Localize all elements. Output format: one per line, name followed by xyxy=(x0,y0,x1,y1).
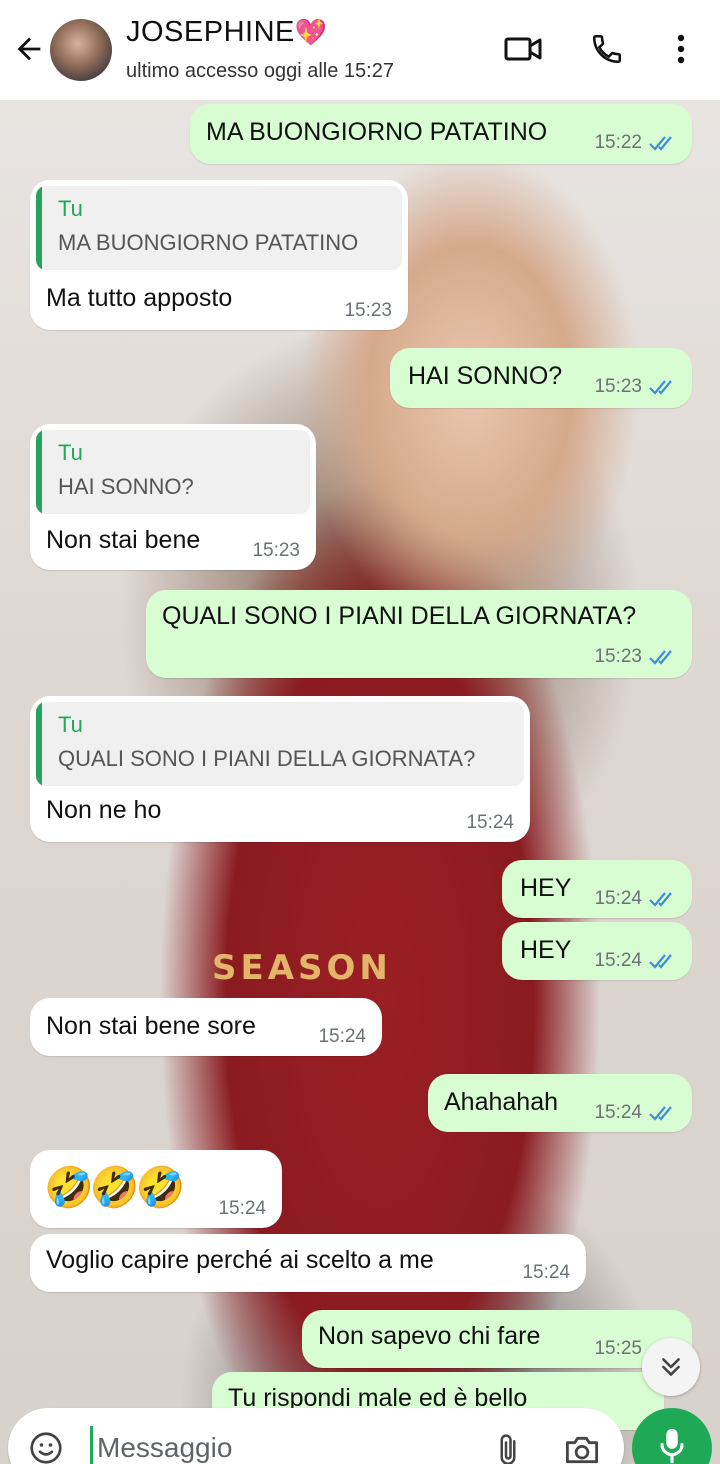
camera-button[interactable] xyxy=(558,1428,606,1464)
message-text: Non ne ho xyxy=(46,796,162,824)
message-text: Ma tutto apposto xyxy=(46,284,233,312)
message-text: HEY xyxy=(520,936,572,964)
more-vert-icon xyxy=(677,34,685,64)
message-time: 15:24 xyxy=(594,888,642,909)
scroll-to-bottom-button[interactable] xyxy=(642,1338,700,1396)
attach-icon xyxy=(500,1434,516,1464)
message-emoji-text: 🤣🤣🤣 xyxy=(44,1165,185,1211)
message-meta: 15:23 xyxy=(344,300,392,322)
message-meta: 15:24 xyxy=(594,950,678,972)
phone-icon xyxy=(592,34,622,64)
message-time: 15:22 xyxy=(594,132,642,153)
message-text: Ahahahah xyxy=(444,1088,559,1116)
message-text: Non stai bene sore xyxy=(46,1012,256,1040)
last-seen-status: ultimo accesso oggi alle 15:27 xyxy=(126,60,394,82)
message-time: 15:23 xyxy=(344,300,392,321)
contact-name[interactable]: JOSEPHINE💖 xyxy=(126,16,328,49)
emoji-button[interactable] xyxy=(26,1428,66,1464)
message-text: Non stai bene xyxy=(46,526,201,554)
quote-text: QUALI SONO I PIANI DELLA GIORNATA? xyxy=(58,746,476,771)
message-meta: 15:24 xyxy=(218,1198,266,1220)
message-text: Non sapevo chi fare xyxy=(318,1322,541,1350)
camera-icon xyxy=(565,1436,599,1464)
message-time: 15:23 xyxy=(594,646,642,667)
message-text: QUALI SONO I PIANI DELLA GIORNATA? xyxy=(162,602,637,630)
emoji-icon xyxy=(30,1432,62,1464)
read-ticks-icon xyxy=(649,380,672,395)
message-bubble-outgoing[interactable]: Non sapevo chi fare 15:25 xyxy=(302,1310,692,1368)
double-chevron-down-icon xyxy=(662,1358,680,1376)
mic-icon xyxy=(660,1428,684,1464)
read-ticks-icon xyxy=(649,954,672,969)
message-bubble-outgoing[interactable]: HEY 15:24 xyxy=(502,922,692,980)
quote-text: MA BUONGIORNO PATATINO xyxy=(58,230,359,255)
wallpaper-shirt-text: SEASON xyxy=(212,948,392,988)
read-ticks-icon xyxy=(649,136,672,151)
message-meta: 15:23 xyxy=(252,540,300,562)
message-composer xyxy=(8,1408,624,1464)
message-time: 15:24 xyxy=(318,1026,366,1047)
message-meta: 15:24 xyxy=(318,1026,366,1048)
message-time: 15:24 xyxy=(466,812,514,833)
arrow-left-icon xyxy=(17,37,41,61)
message-bubble-incoming[interactable]: 🤣🤣🤣 15:24 xyxy=(30,1150,282,1228)
quote-accent-bar xyxy=(36,186,42,270)
contact-name-text: JOSEPHINE xyxy=(126,16,295,48)
message-meta: 15:22 xyxy=(594,132,678,154)
read-ticks-icon xyxy=(649,892,672,907)
read-ticks-icon xyxy=(649,650,672,665)
message-bubble-incoming[interactable]: Voglio capire perché ai scelto a me 15:2… xyxy=(30,1234,586,1292)
message-text: Voglio capire perché ai scelto a me xyxy=(46,1246,434,1274)
message-bubble-outgoing[interactable]: QUALI SONO I PIANI DELLA GIORNATA? 15:23 xyxy=(146,590,692,678)
message-meta: 15:23 xyxy=(594,376,678,398)
message-meta: 15:24 xyxy=(466,812,514,834)
quote-text: HAI SONNO? xyxy=(58,474,194,499)
message-bubble-incoming[interactable]: Tu HAI SONNO? Non stai bene 15:23 xyxy=(30,424,316,570)
message-text: MA BUONGIORNO PATATINO xyxy=(206,118,548,146)
message-text: HEY xyxy=(520,874,572,902)
message-bubble-incoming[interactable]: Tu MA BUONGIORNO PATATINO Ma tutto appos… xyxy=(30,180,408,330)
quote-author: Tu xyxy=(58,712,83,737)
message-bubble-outgoing[interactable]: Ahahahah 15:24 xyxy=(428,1074,692,1132)
message-time: 15:23 xyxy=(594,376,642,397)
message-time: 15:24 xyxy=(522,1262,570,1283)
video-call-button[interactable] xyxy=(498,24,548,74)
contact-name-emoji: 💖 xyxy=(294,17,328,47)
quote-accent-bar xyxy=(36,702,42,786)
video-call-icon xyxy=(504,37,542,61)
message-time: 15:24 xyxy=(594,950,642,971)
message-bubble-outgoing[interactable]: HEY 15:24 xyxy=(502,860,692,918)
back-button[interactable] xyxy=(8,28,50,70)
message-meta: 15:24 xyxy=(594,888,678,910)
message-bubble-outgoing[interactable]: HAI SONNO? 15:23 xyxy=(390,348,692,408)
message-time: 15:24 xyxy=(594,1102,642,1123)
message-text: HAI SONNO? xyxy=(408,362,563,390)
read-ticks-icon xyxy=(649,1106,672,1121)
quote-author: Tu xyxy=(58,440,83,465)
message-time: 15:23 xyxy=(252,540,300,561)
quote-author: Tu xyxy=(58,196,83,221)
message-bubble-incoming[interactable]: Non stai bene sore 15:24 xyxy=(30,998,382,1056)
quoted-message[interactable]: Tu QUALI SONO I PIANI DELLA GIORNATA? xyxy=(36,702,524,786)
chat-header: JOSEPHINE💖 ultimo accesso oggi alle 15:2… xyxy=(0,0,720,100)
more-options-button[interactable] xyxy=(656,24,706,74)
message-meta: 15:24 xyxy=(594,1102,678,1124)
quote-accent-bar xyxy=(36,430,42,514)
message-bubble-outgoing[interactable]: MA BUONGIORNO PATATINO 15:22 xyxy=(190,104,692,164)
message-time: 15:25 xyxy=(594,1338,642,1359)
message-time: 15:24 xyxy=(218,1198,266,1219)
quoted-message[interactable]: Tu HAI SONNO? xyxy=(36,430,310,514)
avatar[interactable] xyxy=(50,19,112,81)
message-bubble-incoming[interactable]: Tu QUALI SONO I PIANI DELLA GIORNATA? No… xyxy=(30,696,530,842)
attach-button[interactable] xyxy=(486,1428,530,1464)
message-meta: 15:24 xyxy=(522,1262,570,1284)
message-input[interactable] xyxy=(90,1426,470,1464)
quoted-message[interactable]: Tu MA BUONGIORNO PATATINO xyxy=(36,186,402,270)
message-meta: 15:23 xyxy=(594,646,678,668)
voice-call-button[interactable] xyxy=(582,24,632,74)
